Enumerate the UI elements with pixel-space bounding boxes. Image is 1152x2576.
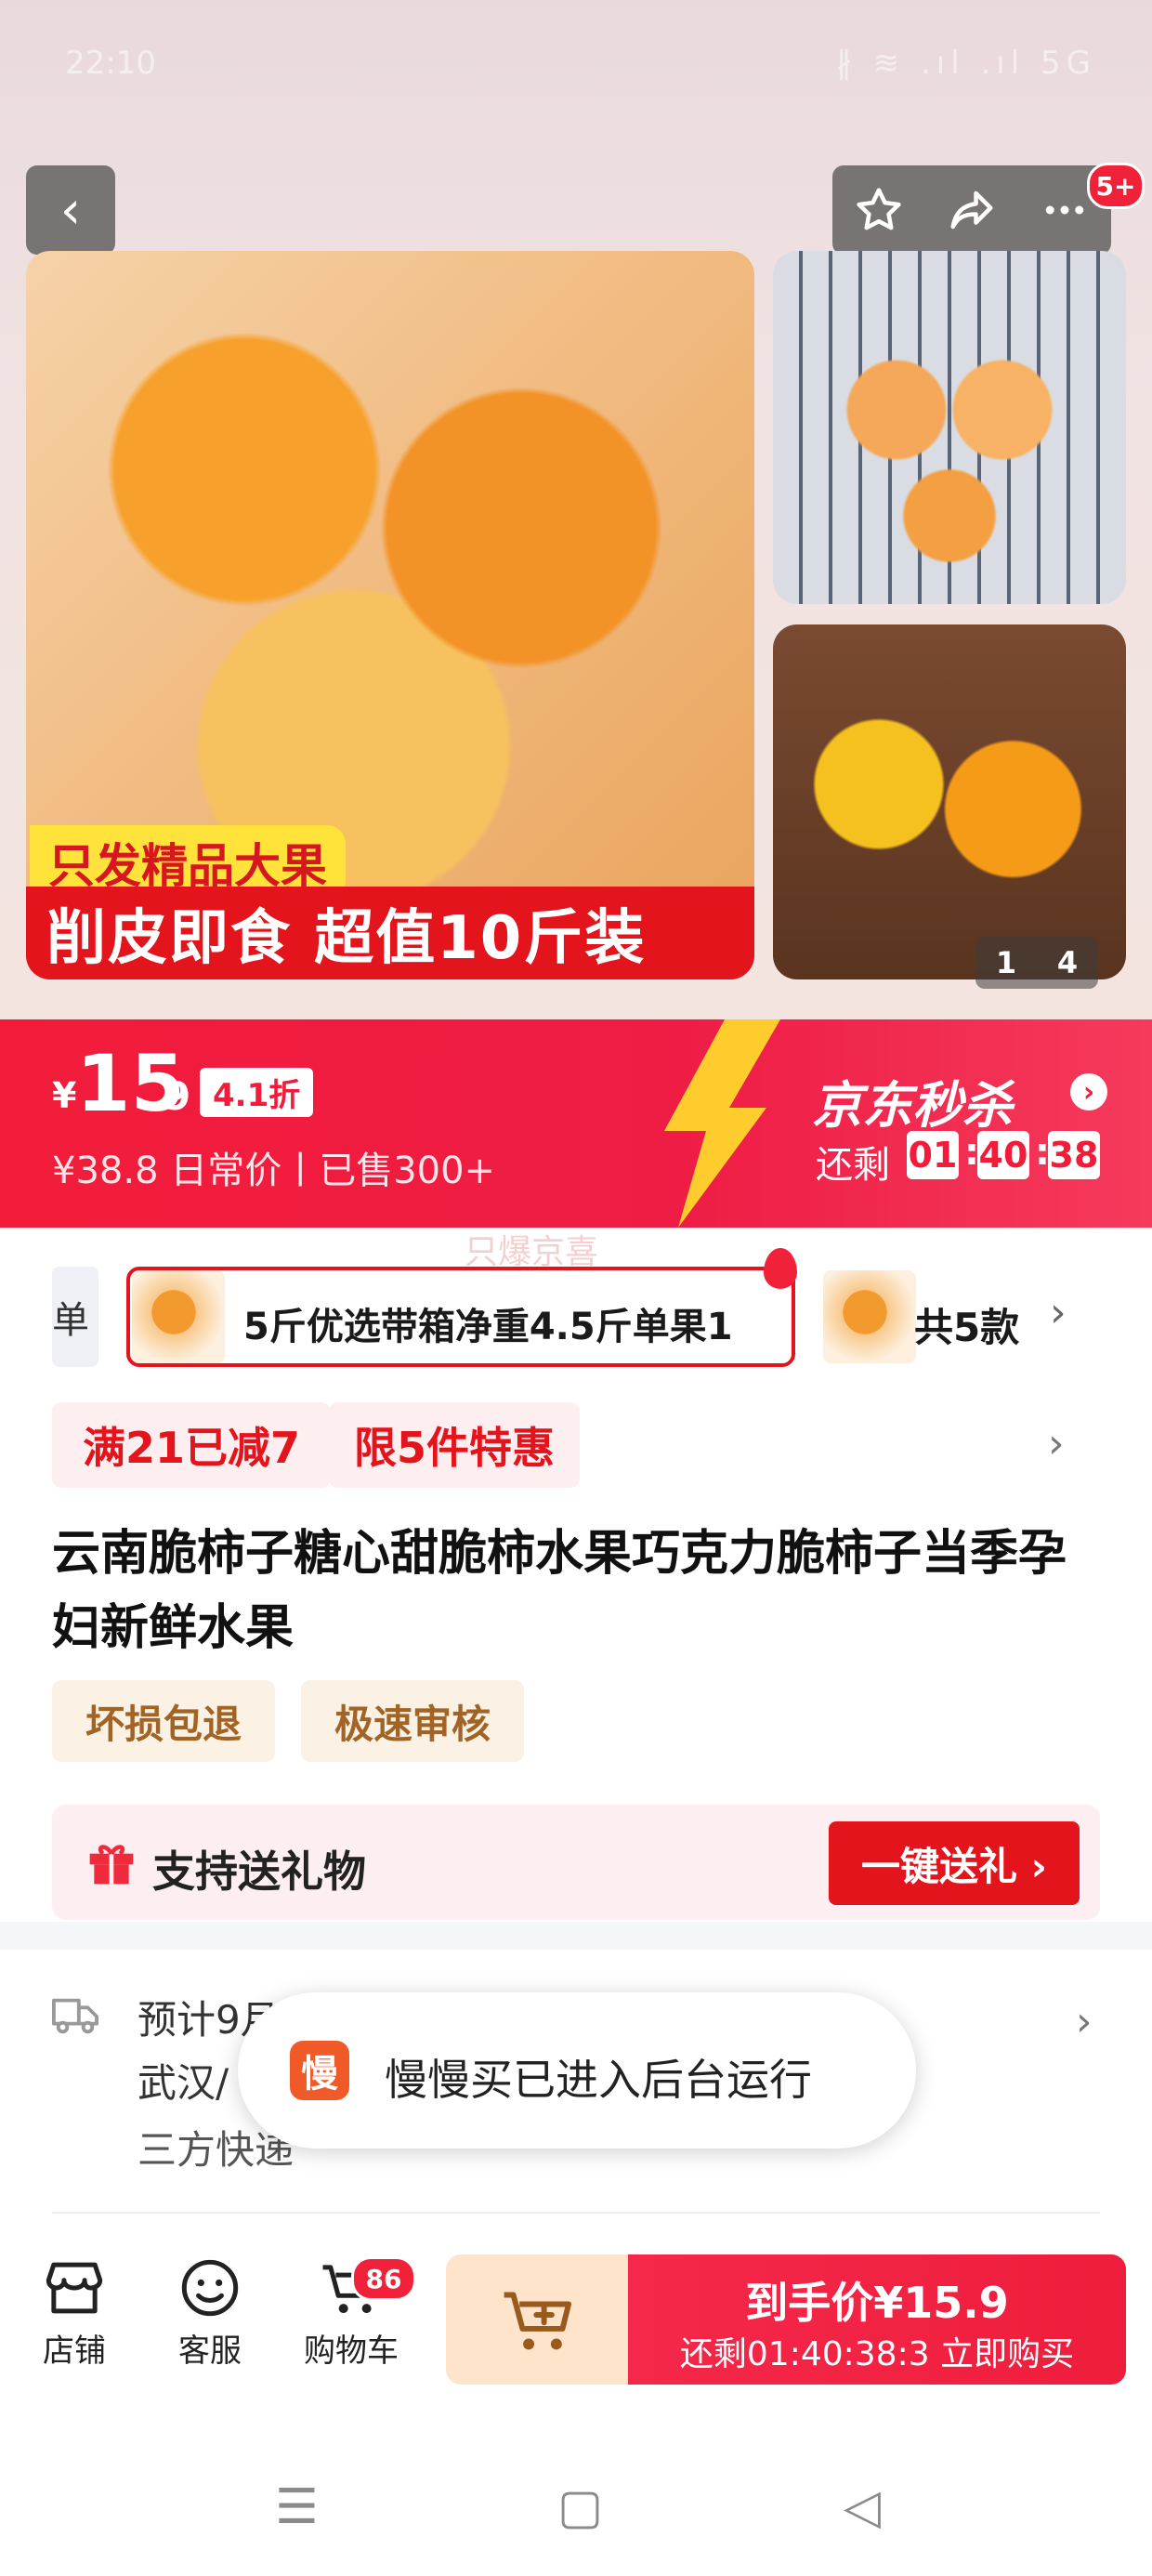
truck-icon [52,1998,98,2034]
buy-price: 到手价¥15.9 [745,2278,1009,2328]
gallery-page-indicator: 1 4 [975,937,1098,989]
variant-count[interactable]: 共5款 [914,1296,1019,1353]
store-icon [46,2262,103,2314]
customer-service-label: 客服 [178,2333,242,2370]
lightning-icon [664,1019,780,1228]
variant-option-next[interactable] [823,1270,916,1363]
gallery-thumbnail[interactable] [773,251,1126,604]
watermark-text: 只爆京喜 [465,1233,599,1271]
flash-sale-banner: ¥ 15 .9 4.1折 ¥38.8 日常价丨已售300+ 京东秒杀 › 还剩 … [0,1019,1152,1228]
menu-icon[interactable]: ☰ [275,2479,319,2535]
cart-label: 购物车 [304,2333,399,2370]
share-icon[interactable] [925,165,1018,255]
price-decimal: .9 [149,1073,191,1119]
star-icon[interactable] [832,165,925,255]
promo-tag[interactable]: 满21已减7 [52,1402,331,1488]
shop-button[interactable]: 店铺 [19,2256,130,2371]
header-actions [832,165,1111,255]
variant-option-prev[interactable]: 单 [52,1267,98,1367]
gift-bar: 支持送礼物 一键送礼 › [52,1805,1100,1920]
service-tag[interactable]: 坏损包退 [52,1680,275,1762]
variant-label: 5斤优选带箱净重4.5斤单果1 [243,1306,733,1348]
chevron-right-icon[interactable]: › [1050,1289,1067,1336]
chat-face-icon [181,2259,239,2317]
countdown-hours: 01 [907,1131,959,1179]
page-current: 1 [995,945,1017,980]
section-divider [0,1922,1152,1950]
gallery-thumbnail[interactable] [773,624,1126,979]
chevron-left-icon: ‹ [59,179,82,241]
back-button[interactable]: ‹ [26,165,115,255]
promo-tag[interactable]: 限5件特惠 [329,1402,580,1488]
price-currency: ¥ [52,1075,77,1116]
buy-now-button[interactable]: 到手价¥15.9 还剩01:40:38:3 立即购买 [628,2254,1126,2385]
service-tag[interactable]: 极速审核 [301,1680,524,1762]
discount-badge: 4.1折 [200,1068,314,1117]
chevron-right-icon[interactable]: › [1076,1998,1093,2045]
chevron-right-icon[interactable]: › [1070,1073,1107,1111]
back-nav-icon[interactable]: ◁ [844,2479,881,2535]
main-product-image[interactable]: 只发精品大果 削皮即食 超值10斤装 [26,251,754,979]
toast-text: 慢慢买已进入后台运行 [385,2055,812,2105]
add-cart-icon [504,2292,572,2350]
buy-countdown: 还剩01:40:38:3 立即购买 [679,2335,1075,2373]
variant-thumbnail [132,1270,225,1363]
add-to-cart-button[interactable] [446,2254,630,2385]
shop-label: 店铺 [43,2333,106,2370]
divider [52,2212,1100,2214]
chevron-right-icon[interactable]: › [1048,1420,1065,1467]
product-title: 云南脆柿子糖心甜脆柿水果巧克力脆柿子当季孕妇新鲜水果 [52,1526,1067,1656]
background-running-toast: 慢 慢慢买已进入后台运行 [238,1992,916,2149]
customer-service-button[interactable]: 客服 [154,2256,266,2371]
original-price-sold: ¥38.8 日常价丨已售300+ [52,1150,496,1192]
status-bar: 22:10 ∦ ≋ .ıl .ıl 5G [0,37,1152,102]
gift-label: 支持送礼物 [152,1847,366,1897]
notification-badge: 5+ [1087,163,1145,209]
variant-option-selected[interactable]: 5斤优选带箱净重4.5斤单果1 [126,1267,795,1367]
cart-count-badge: 86 [351,2256,416,2301]
app-icon: 慢 [290,2041,349,2100]
delivery-location[interactable]: 武汉/ [137,2052,229,2109]
image-tag-bottom: 削皮即食 超值10斤装 [26,887,754,979]
status-indicators: ∦ ≋ .ıl .ıl 5G [835,45,1096,82]
home-icon[interactable]: ▢ [557,2479,603,2535]
gift-icon [89,1845,134,1885]
status-time: 22:10 [65,45,156,82]
variant-prev-label: 单 [52,1299,89,1342]
flash-sale-title[interactable]: 京东秒杀 [812,1064,1013,1137]
countdown-label: 还剩 [816,1144,890,1187]
page-total: 4 [1056,945,1079,980]
countdown-seconds: 38 [1048,1131,1100,1179]
countdown-minutes: 40 [977,1131,1029,1179]
flame-icon [764,1248,797,1289]
send-gift-button[interactable]: 一键送礼 › [829,1821,1080,1905]
